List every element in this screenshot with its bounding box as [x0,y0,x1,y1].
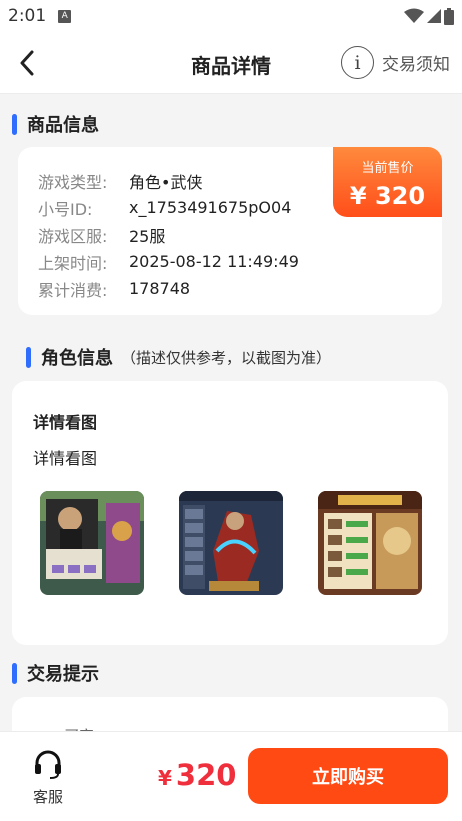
bottom-price: ¥ 320 [158,758,236,792]
info-label: 上架时间: [38,253,108,273]
info-row-server: 游戏区服: 25服 [38,221,299,248]
trade-tips-title: 交易提示 [27,664,99,685]
info-label: 累计消费: [38,280,108,300]
info-icon: i [341,46,374,79]
screenshot-thumbnail[interactable] [179,491,283,595]
info-row-total-spend: 累计消费: 178748 [38,275,299,302]
info-value: 角色•武侠 [129,172,203,192]
status-bar: 2:01 A [0,0,462,32]
screenshot-image [318,491,422,595]
nav-bar: 商品详情 i 交易须知 [0,32,462,94]
role-info-title: 角色信息 [41,348,113,369]
section-accent-bar [12,113,17,135]
battery-icon [444,7,454,25]
info-row-account-id: 小号ID: x_1753491675pO04 [38,194,299,221]
role-info-card: 详情看图 详情看图 [12,381,448,645]
detail-heading: 详情看图 [33,413,98,432]
role-info-header: 角色信息 （描述仅供参考，以截图为准） [26,344,331,370]
product-info-title: 商品信息 [27,115,99,136]
info-value: 25服 [129,226,166,246]
product-info-header: 商品信息 [12,111,99,137]
trade-notice-label: 交易须知 [382,55,450,75]
section-accent-bar [26,346,31,368]
trade-notice-button[interactable]: i 交易须知 [341,46,450,79]
price-currency: ¥ [158,766,172,790]
role-info-note: （描述仅供参考，以截图为准） [121,348,332,367]
section-accent-bar [12,662,17,684]
product-info-card: 游戏类型: 角色•武侠 小号ID: x_1753491675pO04 游戏区服:… [18,147,442,315]
current-price-value: ¥ 320 [349,182,426,210]
screenshot-thumbnail[interactable] [318,491,422,595]
customer-service-label: 客服 [32,788,63,806]
notification-icon: A [58,9,72,23]
screenshot-image [40,491,144,595]
signal-icon [427,9,441,23]
info-value: 2025-08-12 11:49:49 [129,252,299,271]
screenshot-image [179,491,283,595]
price-amount: 320 [175,758,237,792]
status-time: 2:01 [8,6,47,26]
buy-now-button[interactable]: 立即购买 [248,748,448,804]
chevron-left-icon [20,50,34,76]
back-button[interactable] [10,46,44,80]
status-indicators [404,7,454,25]
info-value: 178748 [129,279,191,298]
customer-service-button[interactable]: 客服 [24,748,72,807]
detail-subheading: 详情看图 [33,449,98,468]
info-row-game-type: 游戏类型: 角色•武侠 [38,167,299,194]
info-rows: 游戏类型: 角色•武侠 小号ID: x_1753491675pO04 游戏区服:… [38,167,299,302]
bottom-action-bar: 客服 ¥ 320 立即购买 [0,731,462,821]
current-price-badge: 当前售价 ¥ 320 [333,147,442,217]
info-row-listed-time: 上架时间: 2025-08-12 11:49:49 [38,248,299,275]
info-label: 游戏类型: [38,172,108,192]
info-label: 小号ID: [38,199,93,219]
trade-tips-header: 交易提示 [12,660,99,686]
screenshot-thumbnail[interactable] [40,491,144,595]
info-value: x_1753491675pO04 [129,198,292,217]
wifi-icon [404,8,424,23]
headset-icon [35,750,61,779]
info-label: 游戏区服: [38,226,108,246]
current-price-label: 当前售价 [361,161,414,176]
